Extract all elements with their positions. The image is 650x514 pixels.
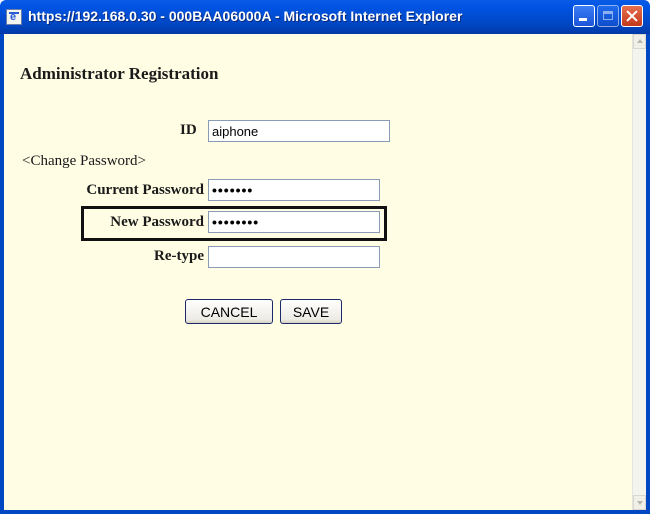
page-content: Administrator Registration ID <Change Pa… — [4, 34, 632, 510]
minimize-icon[interactable] — [573, 5, 595, 27]
current-password-input[interactable] — [208, 179, 380, 201]
page-title: Administrator Registration — [20, 64, 219, 83]
new-password-input[interactable] — [208, 211, 380, 233]
retype-input[interactable] — [208, 246, 380, 268]
current-password-label: Current Password — [86, 182, 204, 198]
ie-page-icon — [6, 9, 22, 25]
scroll-up-icon[interactable] — [633, 34, 646, 49]
retype-label: Re-type — [154, 248, 204, 264]
window-frame-right — [646, 34, 650, 514]
id-input[interactable] — [208, 120, 390, 142]
change-password-heading: <Change Password> — [22, 153, 146, 169]
window-frame-bottom — [0, 510, 650, 514]
save-button[interactable]: SAVE — [280, 299, 342, 324]
title-bar[interactable]: https://192.168.0.30 - 000BAA06000A - Mi… — [0, 0, 650, 34]
cancel-button[interactable]: CANCEL — [185, 299, 273, 324]
close-icon[interactable] — [621, 5, 643, 27]
scroll-down-icon[interactable] — [633, 495, 646, 510]
id-label: ID — [180, 122, 197, 138]
maximize-icon[interactable] — [597, 5, 619, 27]
window-title: https://192.168.0.30 - 000BAA06000A - Mi… — [28, 8, 463, 24]
vertical-scrollbar[interactable] — [632, 34, 646, 510]
new-password-label: New Password — [110, 214, 204, 230]
